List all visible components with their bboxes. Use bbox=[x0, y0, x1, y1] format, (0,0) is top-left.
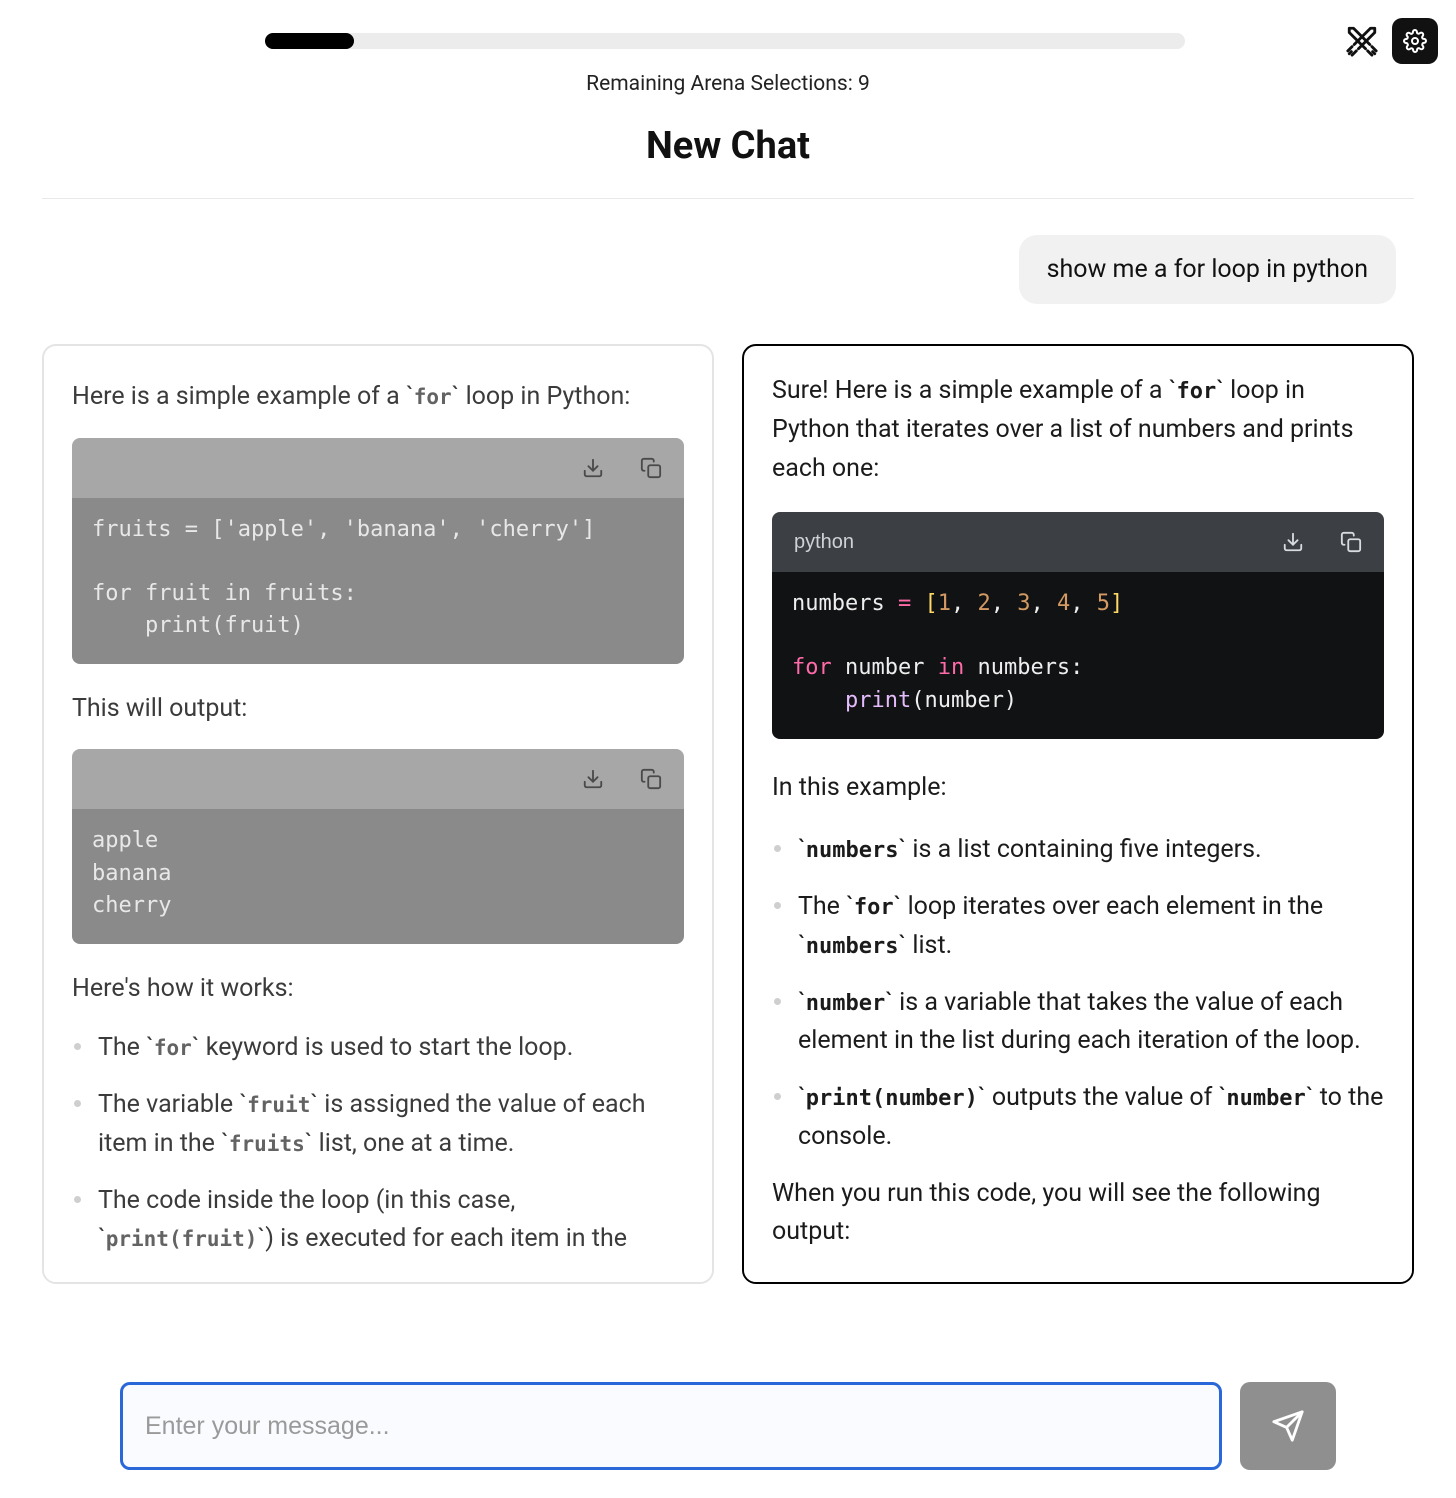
inline-code: for bbox=[414, 385, 452, 409]
right-outro: When you run this code, you will see the… bbox=[772, 1175, 1384, 1253]
settings-button[interactable] bbox=[1392, 18, 1438, 64]
left-bullets: The `for` keyword is used to start the l… bbox=[72, 1029, 684, 1259]
list-item: The variable `fruit` is assigned the val… bbox=[98, 1086, 684, 1164]
code-content: fruits = ['apple', 'banana', 'cherry'] f… bbox=[72, 498, 684, 664]
list-item: The `for` loop iterates over each elemen… bbox=[798, 888, 1384, 966]
right-bullets: `numbers` is a list containing five inte… bbox=[772, 831, 1384, 1156]
code-block: apple banana cherry bbox=[72, 749, 684, 943]
list-item: The code inside the loop (in this case, … bbox=[98, 1182, 684, 1260]
left-how-label: Here's how it works: bbox=[72, 970, 684, 1008]
code-block: fruits = ['apple', 'banana', 'cherry'] f… bbox=[72, 438, 684, 664]
send-button[interactable] bbox=[1240, 1382, 1336, 1470]
right-intro: Sure! Here is a simple example of a `for… bbox=[772, 372, 1384, 488]
battle-icon[interactable] bbox=[1342, 21, 1382, 61]
code-toolbar: python bbox=[772, 512, 1384, 572]
response-panel-right[interactable]: Sure! Here is a simple example of a `for… bbox=[742, 344, 1414, 1284]
copy-icon[interactable] bbox=[640, 768, 662, 790]
input-row bbox=[0, 1382, 1456, 1470]
progress-row bbox=[0, 18, 1456, 64]
list-item: `number` is a variable that takes the va… bbox=[798, 984, 1384, 1062]
code-language: python bbox=[794, 531, 854, 554]
list-item: `numbers` is a list containing five inte… bbox=[798, 831, 1384, 870]
list-item: The `for` keyword is used to start the l… bbox=[98, 1029, 684, 1068]
gear-icon bbox=[1403, 29, 1427, 53]
responses-container: Here is a simple example of a `for` loop… bbox=[0, 304, 1456, 1284]
progress-bar bbox=[265, 33, 1185, 49]
code-content: apple banana cherry bbox=[72, 809, 684, 943]
text: loop in Python: bbox=[459, 382, 630, 411]
app-root: Remaining Arena Selections: 9 New Chat s… bbox=[0, 0, 1456, 1498]
code-block: python numbers = [1, 2, 3, 4, 5] for num… bbox=[772, 512, 1384, 738]
text: Here is a simple example of a bbox=[72, 382, 406, 411]
send-icon bbox=[1271, 1409, 1305, 1443]
download-icon[interactable] bbox=[1282, 531, 1304, 553]
progress-fill bbox=[265, 33, 354, 49]
left-output-label: This will output: bbox=[72, 690, 684, 728]
code-toolbar bbox=[72, 438, 684, 498]
top-area: Remaining Arena Selections: 9 New Chat bbox=[0, 0, 1456, 199]
download-icon[interactable] bbox=[582, 457, 604, 479]
code-toolbar bbox=[72, 749, 684, 809]
code-content: numbers = [1, 2, 3, 4, 5] for number in … bbox=[772, 572, 1384, 738]
download-icon[interactable] bbox=[582, 768, 604, 790]
message-input[interactable] bbox=[120, 1382, 1222, 1470]
user-message-row: show me a for loop in python bbox=[0, 199, 1456, 304]
copy-icon[interactable] bbox=[640, 457, 662, 479]
page-title: New Chat bbox=[0, 124, 1456, 168]
response-panel-left[interactable]: Here is a simple example of a `for` loop… bbox=[42, 344, 714, 1284]
left-intro: Here is a simple example of a `for` loop… bbox=[72, 378, 684, 416]
right-example-label: In this example: bbox=[772, 769, 1384, 808]
remaining-selections: Remaining Arena Selections: 9 bbox=[0, 72, 1456, 96]
user-message: show me a for loop in python bbox=[1019, 235, 1396, 304]
copy-icon[interactable] bbox=[1340, 531, 1362, 553]
list-item: `print(number)` outputs the value of `nu… bbox=[798, 1079, 1384, 1157]
